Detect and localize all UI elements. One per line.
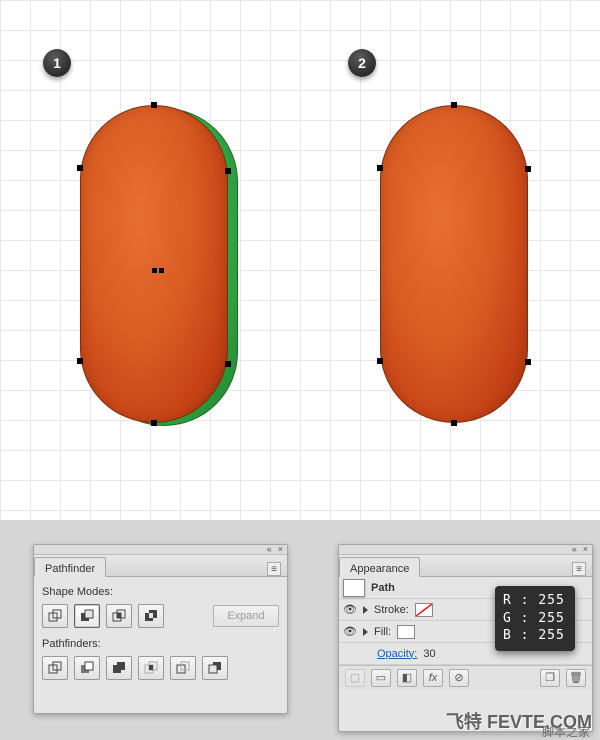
stroke-swatch[interactable]: [415, 603, 433, 617]
new-art-basic-button: ▢: [345, 669, 365, 687]
panel-tabrow: Appearance ≡: [339, 555, 592, 577]
shape-modes-row: Expand: [42, 604, 279, 628]
intersect-button[interactable]: [106, 604, 132, 628]
minus-front-button[interactable]: [74, 604, 100, 628]
appearance-footer: ▢ ▭ ◧ fx ⊘ ❐ 🗑: [339, 665, 592, 689]
color-tooltip: R : 255 G : 255 B : 255: [495, 586, 575, 651]
panel-close-icon[interactable]: ×: [278, 545, 283, 554]
stroke-label: Stroke:: [374, 604, 409, 616]
minus-back-button[interactable]: [202, 656, 228, 680]
target-thumbnail[interactable]: [343, 579, 365, 597]
anchor-point[interactable]: [377, 358, 383, 364]
anchor-point[interactable]: [525, 166, 531, 172]
crop-button[interactable]: [138, 656, 164, 680]
selection-center-mark: [151, 264, 165, 276]
step-number: 1: [53, 55, 61, 71]
clear-appearance-button[interactable]: ⊘: [449, 669, 469, 687]
opacity-label[interactable]: Opacity:: [377, 648, 417, 660]
panel-collapse-icon[interactable]: «: [267, 545, 272, 554]
panel-titlebar[interactable]: « ×: [34, 545, 287, 555]
shape-modes-label: Shape Modes:: [42, 586, 279, 598]
anchor-point[interactable]: [225, 168, 231, 174]
panel-collapse-icon[interactable]: «: [572, 545, 577, 554]
anchor-point[interactable]: [377, 165, 383, 171]
tab-label: Pathfinder: [45, 563, 95, 575]
tab-label: Appearance: [350, 563, 409, 575]
fill-label: Fill:: [374, 626, 391, 638]
tab-pathfinder[interactable]: Pathfinder: [34, 557, 106, 577]
pathfinder-panel: « × Pathfinder ≡ Shape Modes:: [33, 544, 288, 714]
divide-button[interactable]: [42, 656, 68, 680]
orange-pill-shape[interactable]: [380, 105, 528, 423]
fx-label: fx: [429, 672, 438, 684]
anchor-point[interactable]: [451, 102, 457, 108]
anchor-point[interactable]: [451, 420, 457, 426]
anchor-point[interactable]: [225, 361, 231, 367]
rgb-row: G : 255: [503, 610, 567, 628]
exclude-button[interactable]: [138, 604, 164, 628]
shape-group-step2: [380, 105, 535, 435]
opacity-value[interactable]: 30: [423, 648, 435, 660]
visibility-toggle-icon[interactable]: 👁: [343, 603, 357, 616]
add-effect-button[interactable]: fx: [423, 669, 443, 687]
pathfinder-body: Shape Modes: Expand Pathfinders:: [34, 577, 287, 688]
step-badge-1: 1: [43, 49, 71, 77]
artboard-grid: 1 2: [0, 0, 600, 520]
rgb-row: R : 255: [503, 592, 567, 610]
pathfinders-row: [42, 656, 279, 680]
delete-item-button[interactable]: 🗑: [566, 669, 586, 687]
rgb-row: B : 255: [503, 627, 567, 645]
anchor-point[interactable]: [151, 420, 157, 426]
step-badge-2: 2: [348, 49, 376, 77]
panel-titlebar[interactable]: « ×: [339, 545, 592, 555]
anchor-point[interactable]: [77, 358, 83, 364]
outline-button[interactable]: [170, 656, 196, 680]
anchor-point[interactable]: [151, 102, 157, 108]
anchor-point[interactable]: [525, 359, 531, 365]
pathfinders-label: Pathfinders:: [42, 638, 279, 650]
expand-triangle-icon[interactable]: [363, 628, 368, 636]
tab-appearance[interactable]: Appearance: [339, 557, 420, 577]
visibility-toggle-icon[interactable]: 👁: [343, 625, 357, 638]
add-stroke-button[interactable]: ▭: [371, 669, 391, 687]
expand-triangle-icon[interactable]: [363, 606, 368, 614]
panel-menu-button[interactable]: ≡: [572, 562, 586, 576]
panel-tabrow: Pathfinder ≡: [34, 555, 287, 577]
shape-group-step1: [80, 105, 235, 435]
add-fill-button[interactable]: ◧: [397, 669, 417, 687]
expand-label: Expand: [227, 610, 264, 622]
merge-button[interactable]: [106, 656, 132, 680]
panel-close-icon[interactable]: ×: [583, 545, 588, 554]
expand-button: Expand: [213, 605, 279, 627]
watermark-sub: 脚本之家: [542, 723, 590, 740]
panel-menu-button[interactable]: ≡: [267, 562, 281, 576]
trim-button[interactable]: [74, 656, 100, 680]
anchor-point[interactable]: [77, 165, 83, 171]
duplicate-item-button[interactable]: ❐: [540, 669, 560, 687]
step-number: 2: [358, 55, 366, 71]
fill-swatch[interactable]: [397, 625, 415, 639]
unite-button[interactable]: [42, 604, 68, 628]
appearance-target-label: Path: [371, 582, 395, 594]
